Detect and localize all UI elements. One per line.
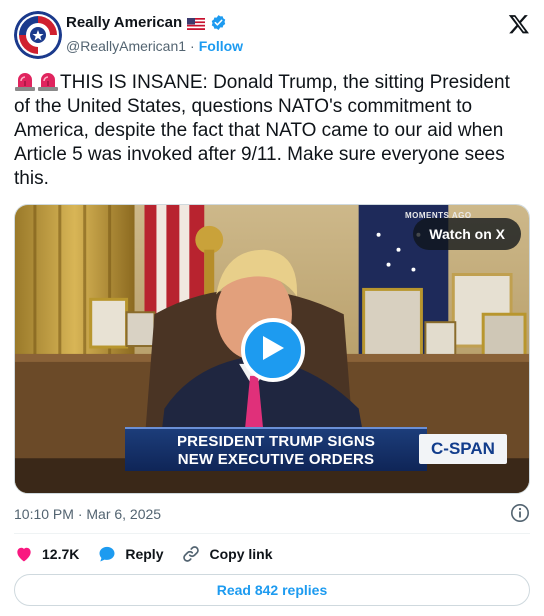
handle-separator: · — [190, 38, 195, 54]
like-button[interactable]: 12.7K — [14, 544, 79, 564]
action-bar: 12.7K Reply Copy link — [14, 543, 291, 565]
author-avatar[interactable] — [14, 11, 62, 59]
x-logo-icon[interactable] — [508, 13, 530, 35]
us-flag-icon — [187, 17, 206, 30]
tweet-timestamp[interactable]: 10:10 PM · Mar 6, 2025 — [14, 506, 161, 522]
siren-icon — [14, 71, 36, 91]
link-icon — [181, 544, 201, 564]
play-icon — [260, 334, 286, 367]
reply-label: Reply — [125, 546, 164, 562]
reply-button[interactable]: Reply — [97, 544, 163, 564]
watch-on-x-button[interactable]: Watch on X — [413, 218, 521, 250]
play-button[interactable] — [241, 318, 305, 382]
tweet-body: THIS IS INSANE: Donald Trump, the sittin… — [14, 72, 510, 189]
tweet-text: THIS IS INSANE: Donald Trump, the sittin… — [14, 71, 530, 191]
author-handle-row: @ReallyAmerican1 · Follow — [66, 38, 243, 54]
author-handle[interactable]: @ReallyAmerican1 — [66, 38, 186, 54]
verified-badge-icon — [210, 14, 227, 31]
read-replies-button[interactable]: Read 842 replies — [14, 574, 530, 606]
follow-button[interactable]: Follow — [199, 38, 243, 54]
info-icon[interactable] — [510, 503, 530, 523]
chyron-line-1: PRESIDENT TRUMP SIGNS — [176, 433, 376, 450]
chyron-line-2: NEW EXECUTIVE ORDERS — [177, 451, 375, 468]
embedded-tweet-card: Really American @ReallyAmerican1 · Follo… — [0, 0, 544, 616]
author-name-row[interactable]: Really American — [66, 14, 227, 31]
copy-link-label: Copy link — [209, 546, 273, 562]
cspan-logo: C-SPAN — [419, 434, 507, 464]
copy-link-button[interactable]: Copy link — [181, 544, 273, 564]
siren-icon — [37, 71, 59, 91]
reply-bubble-icon — [97, 544, 117, 564]
divider — [14, 533, 530, 534]
video-player[interactable]: MOMENTS AGO Watch on X PRESIDENT TRUMP S… — [14, 204, 530, 494]
news-chyron: PRESIDENT TRUMP SIGNS NEW EXECUTIVE ORDE… — [125, 427, 427, 471]
heart-icon — [14, 544, 34, 564]
like-count: 12.7K — [42, 546, 80, 562]
author-name[interactable]: Really American — [66, 14, 182, 31]
